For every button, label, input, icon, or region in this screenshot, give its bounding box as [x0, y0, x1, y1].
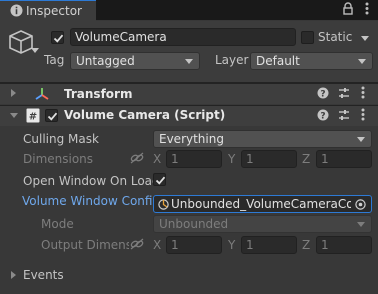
- link-icon: [130, 152, 144, 167]
- transform-icon: [34, 86, 50, 105]
- help-icon[interactable]: ?: [317, 109, 329, 124]
- output-y-field[interactable]: 1: [241, 236, 297, 254]
- chevron-down-icon[interactable]: [31, 48, 39, 53]
- tag-dropdown[interactable]: Untagged: [70, 52, 200, 70]
- foldout-arrow-icon[interactable]: [10, 113, 18, 118]
- kebab-icon[interactable]: [361, 108, 365, 124]
- dimensions-y-field[interactable]: 1: [241, 150, 297, 168]
- tab-inspector[interactable]: Inspector: [0, 0, 96, 21]
- output-y-label: Y: [228, 238, 236, 252]
- help-icon[interactable]: ?: [317, 87, 329, 102]
- dimensions-label: Dimensions: [23, 152, 94, 166]
- preset-icon[interactable]: [338, 87, 350, 102]
- mode-value: Unbounded: [159, 217, 229, 231]
- window-config-value: Unbounded_VolumeCameraCon: [171, 197, 351, 211]
- tag-value: Untagged: [76, 54, 135, 68]
- layer-label: Layer: [215, 53, 249, 67]
- window-config-object-field[interactable]: Unbounded_VolumeCameraCon: [153, 195, 372, 213]
- layer-value: Default: [256, 54, 300, 68]
- static-label: Static: [318, 30, 353, 44]
- chevron-down-icon: [357, 137, 365, 142]
- object-picker-icon[interactable]: [355, 199, 366, 212]
- output-x-field[interactable]: 1: [166, 236, 222, 254]
- open-window-checkbox[interactable]: [153, 173, 166, 186]
- svg-text:#: #: [29, 112, 37, 123]
- output-z-label: Z: [302, 238, 311, 252]
- chevron-down-icon: [358, 59, 366, 64]
- info-icon: [10, 4, 23, 17]
- culling-mask-dropdown[interactable]: Everything: [153, 130, 372, 148]
- script-enabled-checkbox[interactable]: [45, 109, 58, 122]
- dimensions-x-label: X: [153, 152, 162, 166]
- tab-title: Inspector: [26, 4, 82, 18]
- culling-mask-label: Culling Mask: [23, 132, 99, 146]
- preset-icon[interactable]: [338, 109, 350, 124]
- mode-label: Mode: [41, 217, 74, 231]
- config-asset-icon: [158, 199, 169, 212]
- foldout-arrow-icon[interactable]: [11, 89, 16, 97]
- svg-text:?: ?: [320, 89, 325, 99]
- kebab-icon[interactable]: [361, 86, 365, 102]
- output-dims-label: Output Dimensio: [41, 238, 129, 252]
- transform-title: Transform: [64, 87, 133, 101]
- dimensions-z-field[interactable]: 1: [316, 150, 372, 168]
- dimensions-z-label: Z: [302, 152, 311, 166]
- script-title: Volume Camera (Script): [64, 108, 226, 122]
- lock-icon[interactable]: [340, 2, 356, 18]
- mode-dropdown[interactable]: Unbounded: [153, 215, 372, 233]
- svg-text:?: ?: [320, 111, 325, 121]
- script-icon: #: [26, 108, 40, 126]
- dimensions-x-field[interactable]: 1: [166, 150, 222, 168]
- tag-label: Tag: [44, 53, 65, 67]
- chevron-down-icon: [357, 222, 365, 227]
- layer-dropdown[interactable]: Default: [250, 52, 373, 70]
- events-foldout[interactable]: Events: [23, 268, 64, 282]
- open-window-label: Open Window On Load: [23, 174, 160, 188]
- static-checkbox[interactable]: [301, 31, 314, 44]
- object-name-field[interactable]: VolumeCamera: [70, 28, 296, 46]
- active-checkbox[interactable]: [51, 31, 64, 44]
- output-z-field[interactable]: 1: [316, 236, 372, 254]
- output-x-label: X: [153, 238, 162, 252]
- culling-mask-value: Everything: [159, 132, 224, 146]
- foldout-arrow-icon[interactable]: [11, 271, 16, 279]
- chevron-down-icon: [185, 59, 193, 64]
- link-icon: [130, 238, 144, 253]
- dimensions-y-label: Y: [228, 152, 236, 166]
- window-config-label: Volume Window Config: [22, 194, 154, 208]
- static-dropdown-arrow[interactable]: [361, 36, 369, 41]
- kebab-icon[interactable]: [359, 2, 375, 18]
